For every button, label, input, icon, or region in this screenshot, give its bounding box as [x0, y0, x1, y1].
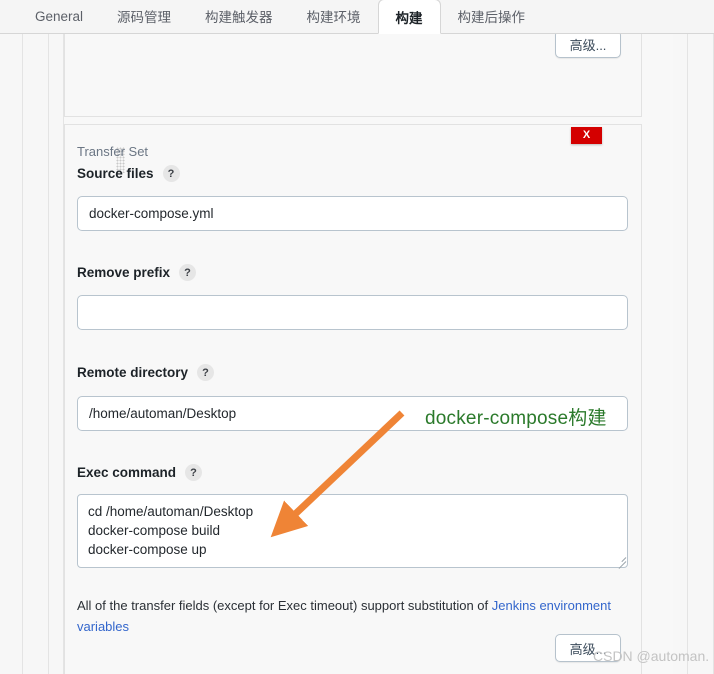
advanced-button-top[interactable]: 高级... [555, 30, 621, 58]
source-files-label-text: Source files [77, 166, 154, 181]
transfer-fields-note: All of the transfer fields (except for E… [77, 595, 622, 637]
remove-prefix-label: Remove prefix ? [77, 264, 197, 281]
help-icon-remove-prefix[interactable]: ? [179, 264, 197, 281]
remove-prefix-label-text: Remove prefix [77, 265, 171, 280]
remote-directory-input[interactable] [77, 396, 628, 431]
tab-source-code-management[interactable]: 源码管理 [100, 0, 188, 33]
tab-build-environment[interactable]: 构建环境 [290, 0, 378, 33]
advanced-button-bottom[interactable]: 高级... [555, 634, 621, 662]
source-files-label: Source files ? [77, 165, 180, 182]
page-root: General 源码管理 构建触发器 构建环境 构建 构建后操作 高级... X… [0, 0, 714, 674]
help-icon-source-files[interactable]: ? [162, 165, 180, 182]
help-icon-exec-command[interactable]: ? [185, 464, 203, 481]
exec-command-label: Exec command ? [77, 464, 203, 481]
tab-build-triggers[interactable]: 构建触发器 [188, 0, 290, 33]
delete-transfer-set-button[interactable]: X [571, 127, 602, 144]
remove-prefix-input[interactable] [77, 295, 628, 330]
tab-post-build-actions[interactable]: 构建后操作 [441, 0, 543, 33]
tab-general[interactable]: General [18, 0, 100, 33]
source-files-input[interactable] [77, 196, 628, 231]
config-tab-bar: General 源码管理 构建触发器 构建环境 构建 构建后操作 [0, 0, 714, 34]
exec-command-textarea[interactable]: cd /home/automan/Desktop docker-compose … [77, 494, 628, 568]
note-text: All of the transfer fields (except for E… [77, 598, 492, 613]
exec-command-label-text: Exec command [77, 465, 177, 480]
help-icon-remote-directory[interactable]: ? [197, 364, 215, 381]
tab-build[interactable]: 构建 [377, 0, 441, 34]
remote-directory-label-text: Remote directory [77, 365, 189, 380]
transfer-set-title: Transfer Set [77, 144, 149, 159]
remote-directory-label: Remote directory ? [77, 364, 215, 381]
